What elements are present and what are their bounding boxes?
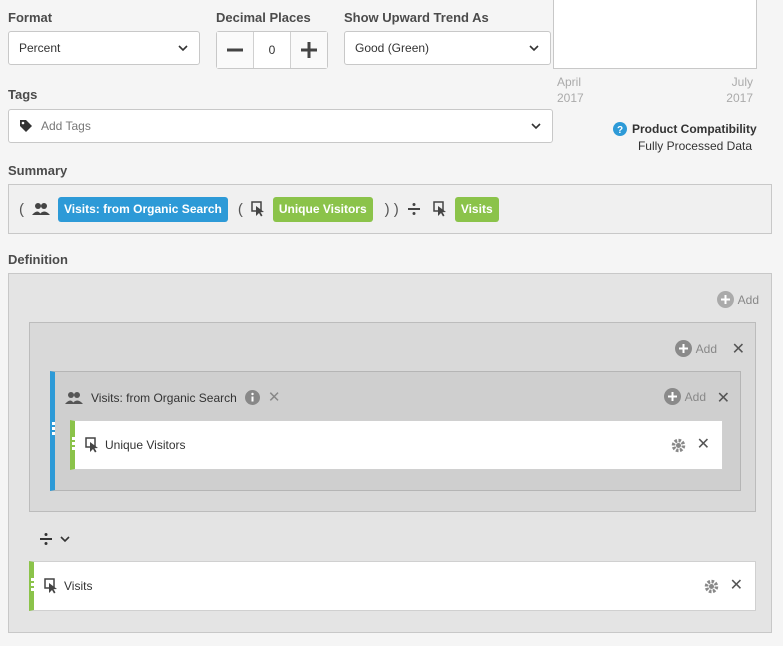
gear-icon[interactable] — [670, 437, 687, 454]
add-circle-icon — [674, 340, 692, 357]
divide-icon — [40, 533, 52, 545]
preview-start: April 2017 — [557, 74, 584, 106]
svg-text:?: ? — [617, 125, 623, 136]
metric-close-icon[interactable]: ✕ — [730, 578, 743, 594]
divide-icon — [407, 203, 420, 215]
minus-icon — [227, 48, 244, 52]
definition-add-label: Add — [737, 292, 759, 307]
summary-close-parens: ) ) — [384, 200, 399, 218]
metric-icon — [85, 437, 98, 453]
definition-add-button[interactable]: Add — [716, 291, 759, 308]
preview-end-year: 2017 — [726, 91, 753, 105]
segment-header: Visits: from Organic Search ✕ — [65, 390, 280, 405]
preview-start-year: 2017 — [557, 91, 584, 105]
summary-metric-chip-2[interactable]: Visits — [454, 196, 499, 222]
metric-name: Visits — [64, 579, 93, 593]
container-close-icon[interactable]: ✕ — [732, 342, 745, 358]
plus-icon — [300, 42, 317, 58]
drag-handle[interactable] — [52, 422, 55, 440]
gear-icon[interactable] — [703, 578, 720, 595]
preview-start-month: April — [557, 75, 582, 89]
tags-input[interactable]: Add Tags — [8, 109, 553, 143]
definition-label: Definition — [8, 252, 68, 267]
segment-close-icon[interactable]: ✕ — [717, 391, 730, 407]
compat-heading: ? Product Compatibility — [613, 122, 757, 136]
metric-icon — [433, 201, 446, 217]
format-value: Percent — [19, 41, 61, 55]
decimal-value[interactable]: 0 — [253, 32, 291, 68]
format-select[interactable]: Percent — [8, 31, 200, 65]
tag-icon — [20, 120, 32, 132]
segment-icon — [65, 391, 83, 404]
trend-select[interactable]: Good (Green) — [344, 31, 551, 65]
summary-metric-chip-1[interactable]: Unique Visitors — [272, 196, 373, 222]
preview-end-month: July — [731, 75, 753, 89]
tags-label: Tags — [8, 87, 38, 102]
container-add-label: Add — [695, 341, 717, 356]
increment-button[interactable] — [290, 32, 327, 68]
summary-bar: ( Visits: from Organic Search ( Unique V… — [8, 184, 772, 234]
container-add-button[interactable]: Add — [674, 340, 717, 357]
segment-name: Visits: from Organic Search — [91, 390, 237, 405]
format-label: Format — [8, 10, 53, 25]
metric-row-unique-visitors[interactable]: Unique Visitors ✕ — [70, 420, 723, 470]
trend-label: Show Upward Trend As — [344, 10, 489, 25]
metric-row-visits[interactable]: Visits ✕ — [29, 561, 756, 611]
drag-handle[interactable] — [72, 437, 75, 455]
compat-title: Product Compatibility — [632, 122, 757, 136]
add-circle-icon — [716, 291, 734, 308]
outer-container: Add ✕ Visits: from Organic Search ✕ Add … — [29, 322, 756, 512]
chevron-down-icon — [178, 45, 188, 52]
metric-name: Unique Visitors — [105, 438, 186, 452]
help-icon[interactable]: ? — [613, 122, 627, 136]
info-icon[interactable] — [244, 390, 260, 405]
tags-placeholder: Add Tags — [41, 119, 91, 133]
metric-icon — [251, 201, 264, 217]
chevron-down-icon — [531, 123, 541, 130]
summary-segment-chip[interactable]: Visits: from Organic Search — [58, 196, 228, 222]
segment-remove-icon[interactable]: ✕ — [268, 390, 281, 405]
compat-value: Fully Processed Data — [637, 139, 752, 153]
chevron-down-icon — [60, 536, 70, 543]
segment-icon — [32, 203, 50, 215]
summary-label: Summary — [8, 163, 68, 178]
segment-add-label: Add — [684, 389, 706, 404]
drag-handle[interactable] — [31, 578, 34, 596]
chevron-down-icon — [529, 45, 539, 52]
decrement-button[interactable] — [217, 32, 254, 68]
summary-open-paren-2: ( — [237, 200, 243, 218]
preview-chart — [553, 0, 757, 69]
decimal-stepper[interactable]: 0 — [216, 31, 328, 69]
segment-add-button[interactable]: Add — [663, 388, 706, 405]
decimal-label: Decimal Places — [216, 10, 311, 25]
metric-close-icon[interactable]: ✕ — [697, 437, 710, 453]
segment-container: Visits: from Organic Search ✕ Add ✕ Uniq… — [50, 371, 741, 491]
preview-end: July 2017 — [713, 74, 753, 106]
add-circle-icon — [663, 388, 681, 405]
trend-value: Good (Green) — [355, 41, 430, 55]
metric-icon — [44, 578, 57, 594]
summary-open-paren: ( — [19, 200, 24, 218]
definition-panel: Add Add ✕ Visits: from Organic Search ✕ — [8, 273, 772, 633]
operator-select[interactable] — [39, 532, 71, 546]
